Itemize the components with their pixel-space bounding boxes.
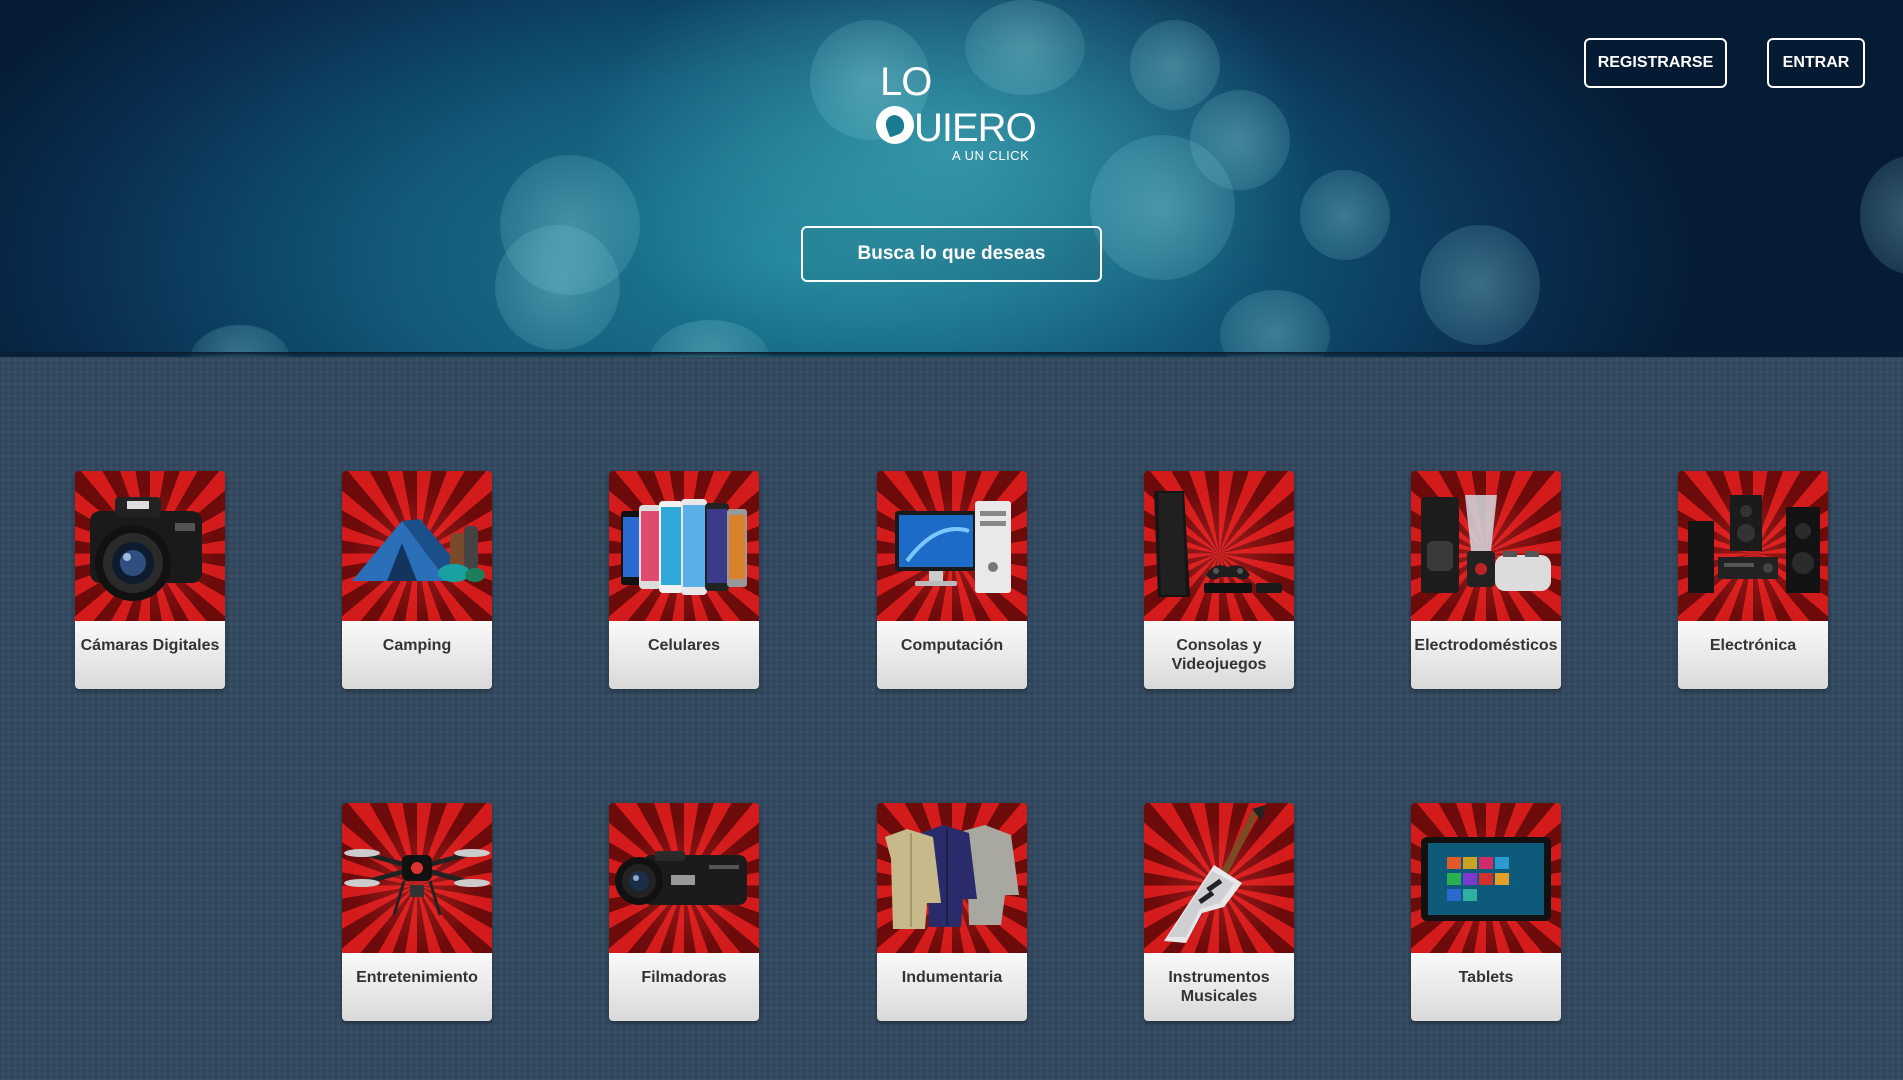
category-card-electrodomesticos[interactable]: Electrodomésticos — [1411, 471, 1561, 689]
card-image — [342, 803, 492, 953]
card-image — [1144, 803, 1294, 953]
logo-q-icon — [876, 106, 914, 144]
category-card-instrumentos-musicales[interactable]: Instrumentos Musicales — [1144, 803, 1294, 1021]
desktop-computer-icon — [895, 501, 1011, 593]
category-card-entretenimiento[interactable]: Entretenimiento — [342, 803, 492, 1021]
card-image — [609, 803, 759, 953]
card-image — [1411, 803, 1561, 953]
card-image — [877, 471, 1027, 621]
site-logo[interactable]: LO UIERO A UN CLICK — [870, 60, 1037, 170]
smartphones-icon — [621, 499, 747, 595]
register-button[interactable]: REGISTRARSE — [1584, 38, 1727, 88]
bokeh-bubble — [1860, 155, 1903, 275]
bokeh-bubble — [1190, 90, 1290, 190]
category-card-computacion[interactable]: Computación — [877, 471, 1027, 689]
electric-guitar-icon — [1164, 805, 1266, 943]
appliances-icon — [1421, 495, 1551, 593]
category-card-celulares[interactable]: Celulares — [609, 471, 759, 689]
card-label: Indumentaria — [877, 953, 1027, 1021]
tent-icon — [352, 519, 485, 582]
card-label: Camping — [342, 621, 492, 689]
card-label: Entretenimiento — [342, 953, 492, 1021]
home-theater-icon — [1688, 495, 1820, 593]
card-label: Computación — [877, 621, 1027, 689]
card-image — [1678, 471, 1828, 621]
login-button[interactable]: ENTRAR — [1767, 38, 1865, 88]
category-card-indumentaria[interactable]: Indumentaria — [877, 803, 1027, 1021]
camera-icon — [90, 497, 202, 601]
logo-tagline: A UN CLICK — [952, 148, 1030, 163]
drone-icon — [344, 849, 490, 916]
bokeh-bubble — [1300, 170, 1390, 260]
bokeh-bubble — [495, 225, 620, 350]
tablet-icon — [1421, 837, 1551, 921]
card-label: Electrónica — [1678, 621, 1828, 689]
category-card-camaras-digitales[interactable]: Cámaras Digitales — [75, 471, 225, 689]
card-image — [75, 471, 225, 621]
card-image — [609, 471, 759, 621]
bokeh-bubble — [1130, 20, 1220, 110]
card-image — [877, 803, 1027, 953]
hero-banner: LO UIERO A UN CLICK REGISTRARSE ENTRAR B… — [0, 0, 1903, 357]
camcorder-icon — [615, 851, 747, 905]
card-label: Cámaras Digitales — [75, 621, 225, 689]
category-card-filmadoras[interactable]: Filmadoras — [609, 803, 759, 1021]
category-card-tablets[interactable]: Tablets — [1411, 803, 1561, 1021]
card-label: Electrodomésticos — [1411, 621, 1561, 689]
logo-text-quiero: UIERO — [914, 106, 1037, 150]
bokeh-bubble — [1220, 290, 1330, 357]
bokeh-bubble — [1420, 225, 1540, 345]
card-label: Consolas y Videojuegos — [1144, 621, 1294, 689]
search-button[interactable]: Busca lo que deseas — [801, 226, 1102, 282]
shirts-icon — [885, 825, 1019, 929]
logo-text-lo: LO — [880, 60, 932, 104]
game-console-icon — [1154, 491, 1282, 597]
card-image — [1144, 471, 1294, 621]
card-image — [342, 471, 492, 621]
card-label: Instrumentos Musicales — [1144, 953, 1294, 1021]
card-label: Tablets — [1411, 953, 1561, 1021]
card-label: Filmadoras — [609, 953, 759, 1021]
category-card-electronica[interactable]: Electrónica — [1678, 471, 1828, 689]
card-image — [1411, 471, 1561, 621]
card-label: Celulares — [609, 621, 759, 689]
category-card-consolas-videojuegos[interactable]: Consolas y Videojuegos — [1144, 471, 1294, 689]
category-card-camping[interactable]: Camping — [342, 471, 492, 689]
